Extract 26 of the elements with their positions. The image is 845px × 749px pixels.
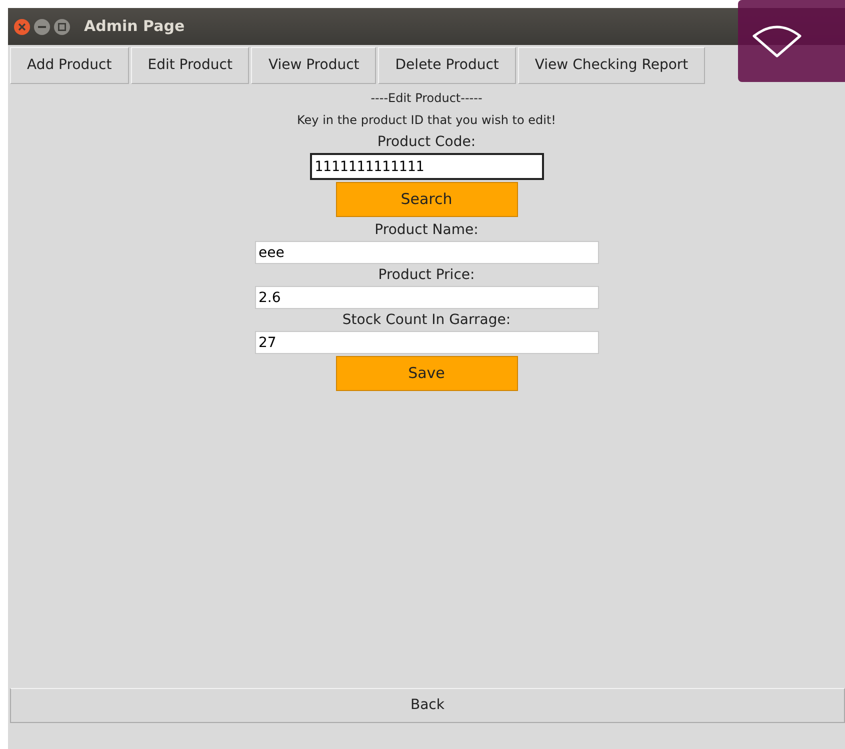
- input-field[interactable]: eee: [254, 241, 598, 264]
- tab[interactable]: Delete Product: [378, 47, 516, 84]
- back-button[interactable]: Back: [10, 688, 845, 723]
- minimize-button[interactable]: [34, 18, 50, 34]
- tab[interactable]: View Product: [251, 47, 376, 84]
- field-label: Stock Count In Garrage:: [342, 311, 511, 330]
- close-button[interactable]: [14, 18, 30, 34]
- window-title: Admin Page: [84, 16, 185, 38]
- input-field[interactable]: 27: [254, 331, 598, 354]
- tab[interactable]: Add Product: [10, 47, 129, 84]
- maximize-icon: [58, 22, 66, 30]
- input-field[interactable]: 1111111111111: [310, 153, 544, 180]
- minimize-icon: [38, 26, 46, 28]
- maximize-button[interactable]: [54, 18, 70, 34]
- tab[interactable]: View Checking Report: [518, 47, 706, 84]
- instruction-text: Key in the product ID that you wish to edit!: [297, 112, 556, 129]
- tab[interactable]: Edit Product: [130, 47, 250, 84]
- search-button[interactable]: Search: [336, 182, 518, 217]
- input-field[interactable]: 2.6: [254, 286, 598, 309]
- field-label: Product Code:: [377, 133, 476, 152]
- field-label: Product Price:: [378, 266, 475, 285]
- save-button[interactable]: Save: [336, 356, 518, 391]
- field-label: Product Name:: [374, 221, 478, 240]
- form-heading: ----Edit Product-----: [370, 90, 482, 107]
- close-icon: [18, 22, 26, 30]
- wifi-icon: [752, 24, 802, 58]
